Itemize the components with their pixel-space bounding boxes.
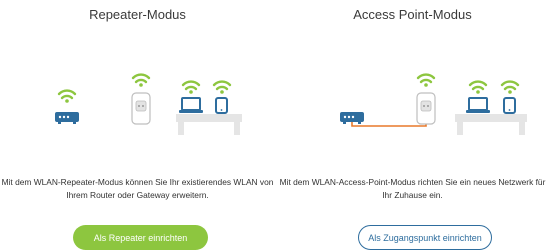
tablet-icon: [215, 97, 228, 114]
repeater-illustration: [55, 73, 242, 135]
laptop-icon: [179, 97, 203, 113]
table-icon: [455, 114, 527, 135]
wifi-icon: [468, 80, 488, 96]
access-point-mode-title: Access Point-Modus: [353, 7, 472, 22]
ethernet-cable-icon: [351, 122, 427, 127]
setup-access-point-button[interactable]: Als Zugangspunkt einrichten: [358, 225, 492, 250]
plug-repeater-icon: [416, 92, 436, 125]
plug-repeater-icon: [131, 92, 151, 125]
laptop-icon: [466, 97, 490, 113]
access-point-illustration: [340, 73, 527, 135]
wifi-icon: [131, 73, 151, 89]
router-icon: [55, 112, 79, 124]
wifi-icon: [57, 89, 77, 105]
tablet-icon: [503, 97, 516, 114]
repeater-mode-description: Mit dem WLAN-Repeater-Modus können Sie I…: [1, 177, 274, 200]
setup-repeater-button[interactable]: Als Repeater einrichten: [73, 225, 208, 250]
wifi-icon: [212, 80, 232, 96]
wifi-icon: [181, 80, 201, 96]
table-icon: [176, 114, 242, 135]
repeater-mode-title: Repeater-Modus: [89, 7, 186, 22]
wifi-icon: [500, 80, 520, 96]
access-point-mode-description: Mit dem WLAN-Access-Point-Modus richten …: [279, 177, 546, 200]
wifi-icon: [416, 73, 436, 89]
